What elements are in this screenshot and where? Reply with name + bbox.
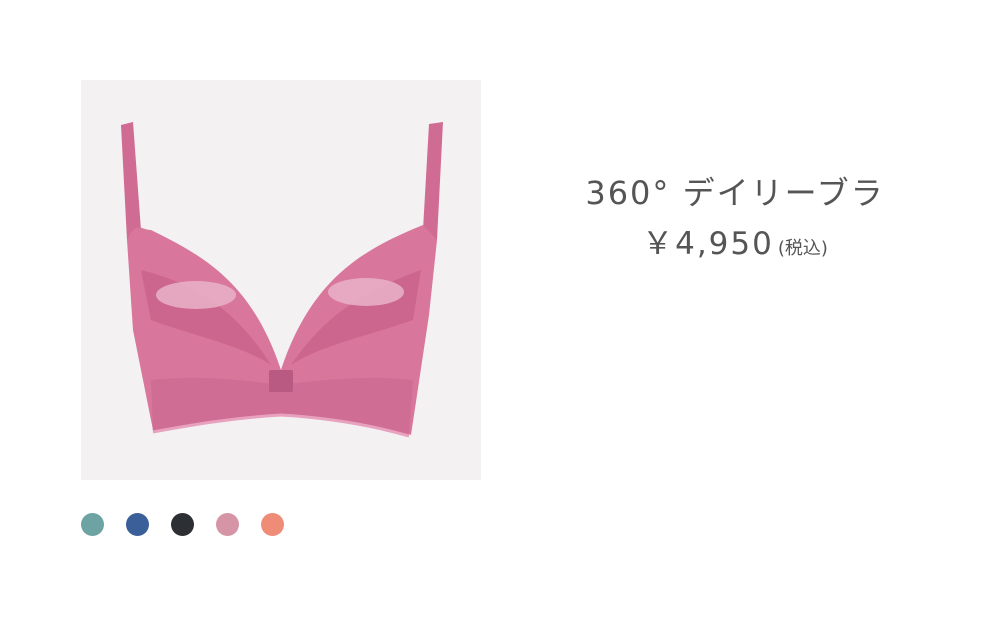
bra-product-image-icon — [121, 122, 443, 438]
product-info: 360° デイリーブラ ￥4,950 (税込) — [560, 168, 910, 269]
product-price: ￥4,950 — [642, 226, 774, 262]
product-name: 360° デイリーブラ — [585, 174, 885, 212]
color-swatch-coral[interactable] — [261, 513, 284, 536]
tax-note: (税込) — [777, 238, 828, 259]
price-line: ￥4,950 (税込) — [560, 224, 910, 269]
product-image[interactable] — [81, 80, 481, 480]
color-swatch-black[interactable] — [171, 513, 194, 536]
color-swatch-teal[interactable] — [81, 513, 104, 536]
color-swatch-blue[interactable] — [126, 513, 149, 536]
color-swatch-pink[interactable] — [216, 513, 239, 536]
color-swatches — [81, 513, 284, 536]
